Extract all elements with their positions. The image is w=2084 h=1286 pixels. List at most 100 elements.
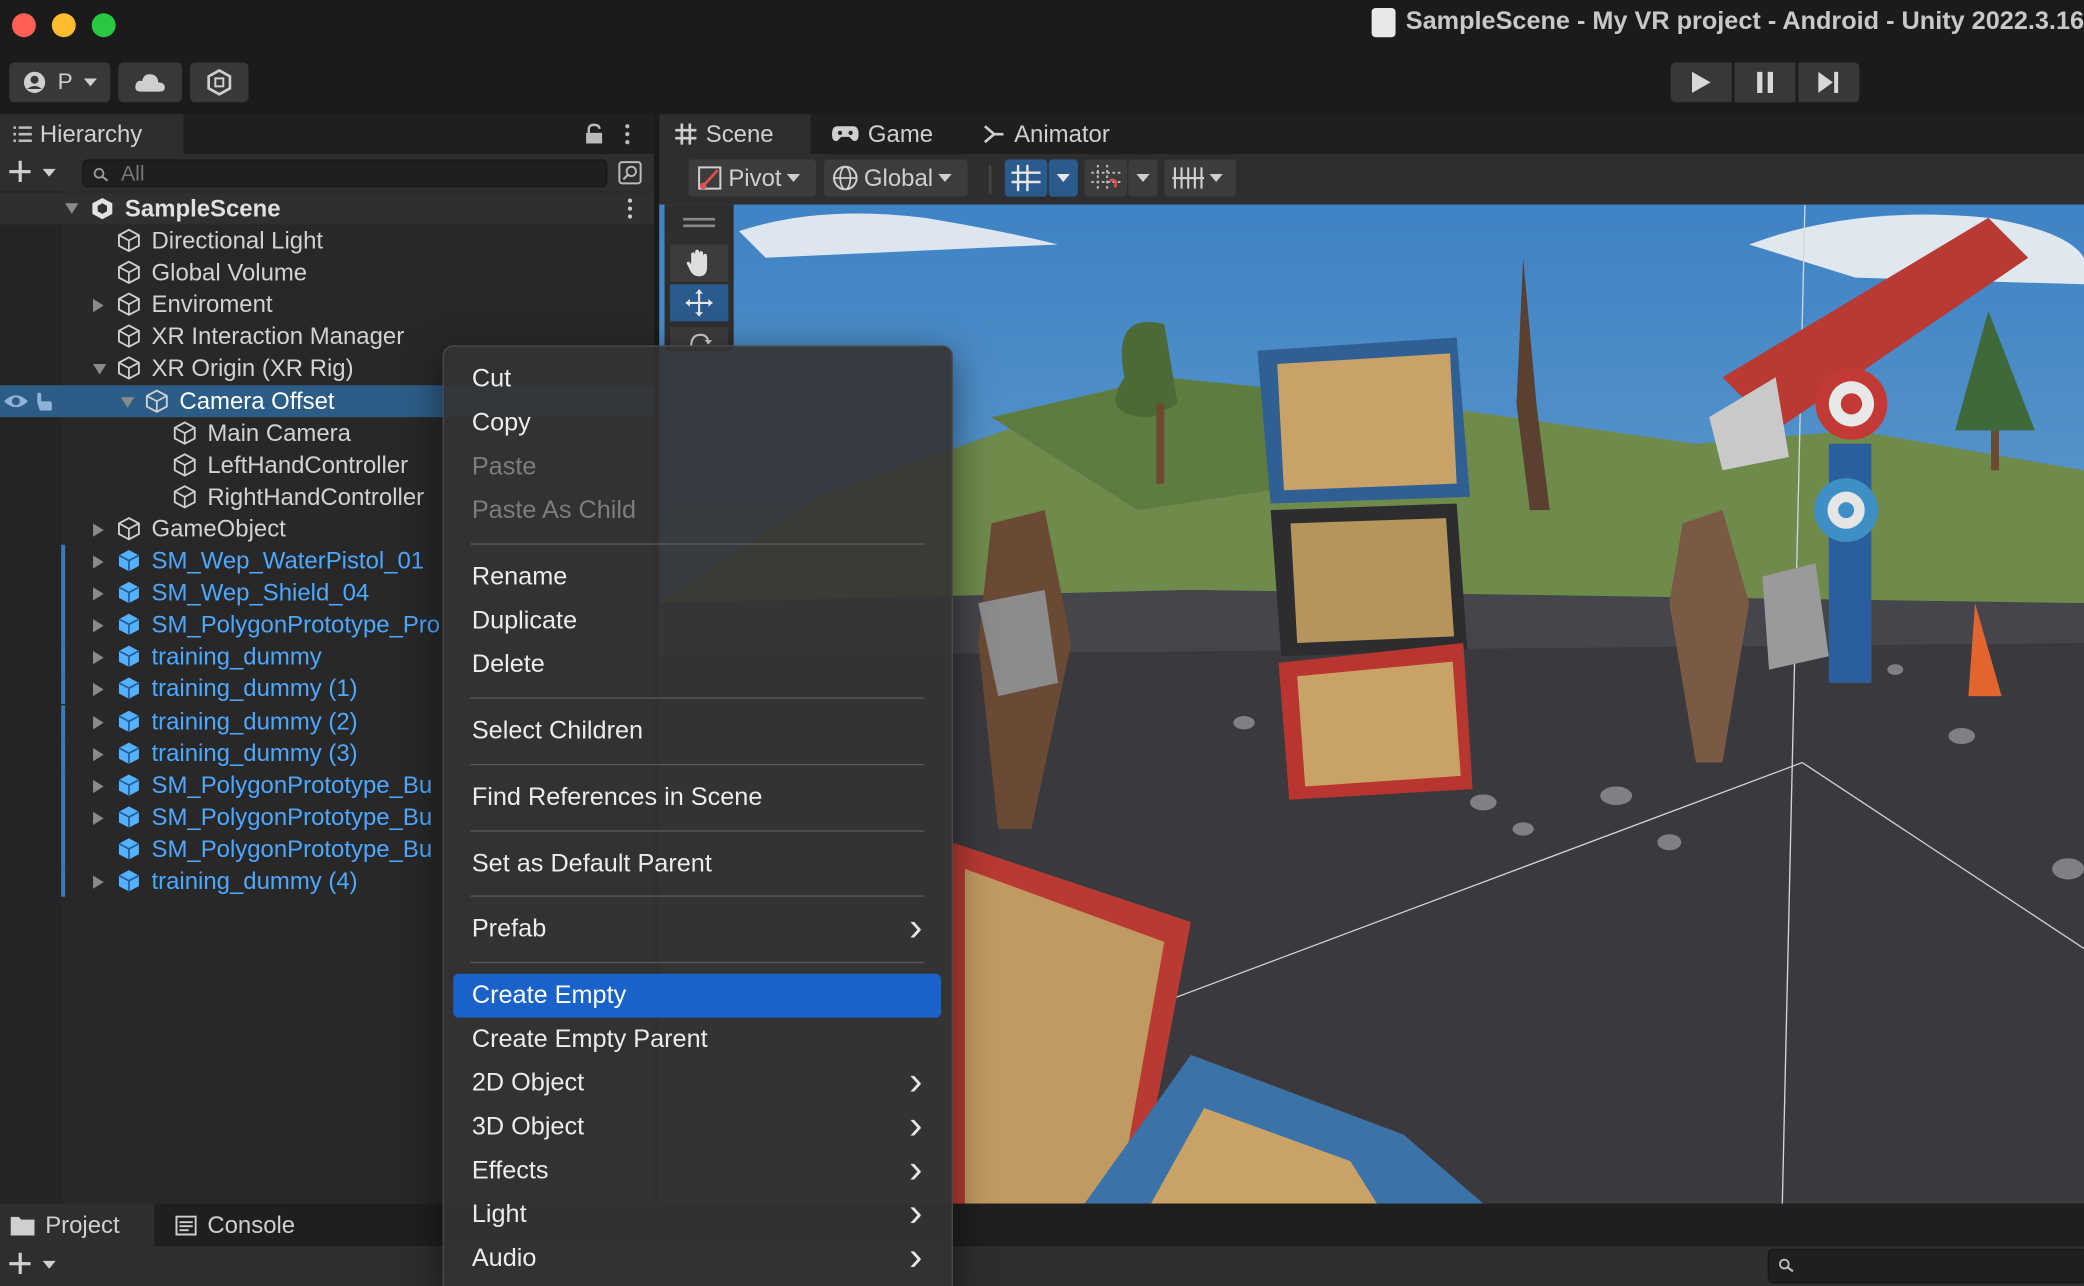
project-search-input[interactable] — [1767, 1248, 2084, 1284]
tab-hierarchy[interactable]: Hierarchy — [0, 114, 184, 155]
menu-item-effects[interactable]: Effects › — [453, 1149, 941, 1193]
hierarchy-row-label: SM_PolygonPrototype_Bu — [151, 835, 433, 863]
gameobject-cube-icon — [118, 292, 140, 317]
menu-item-label: 2D Object — [471, 1069, 585, 1098]
menu-item-find-references-in-scene[interactable]: Find References in Scene — [453, 776, 941, 820]
window-title: SampleScene - My VR project - Android - … — [1371, 7, 2084, 38]
hierarchy-row[interactable]: Enviroment — [0, 289, 654, 321]
unity-editor-window: SampleScene - My VR project - Android - … — [0, 0, 2084, 1286]
snap-dropdown[interactable] — [1128, 159, 1158, 197]
foldout-expanded-icon[interactable] — [65, 203, 79, 214]
kebab-menu-icon[interactable] — [626, 198, 634, 219]
animator-icon — [983, 125, 1004, 144]
play-button[interactable] — [1670, 62, 1732, 103]
hierarchy-row[interactable]: Directional Light — [0, 225, 654, 257]
foldout-collapsed-icon[interactable] — [93, 555, 104, 569]
foldout-expanded-icon[interactable] — [120, 396, 135, 408]
hierarchy-row-label: XR Origin (XR Rig) — [151, 355, 354, 382]
tab-console[interactable]: Console — [165, 1204, 306, 1247]
menu-item-3d-object[interactable]: 3D Object › — [453, 1105, 941, 1149]
foldout-collapsed-icon[interactable] — [93, 683, 104, 697]
hierarchy-row-label: SM_PolygonPrototype_Bu — [151, 771, 433, 799]
cloud-icon — [135, 74, 165, 92]
menu-item-duplicate[interactable]: Duplicate — [453, 599, 941, 643]
menu-item-delete[interactable]: Delete — [453, 643, 941, 687]
tab-scene[interactable]: Scene — [659, 114, 811, 155]
kebab-menu-icon[interactable] — [623, 124, 631, 145]
foldout-collapsed-icon[interactable] — [93, 619, 104, 633]
menu-item-set-as-default-parent[interactable]: Set as Default Parent — [453, 842, 941, 886]
zoom-window-button[interactable] — [91, 13, 116, 38]
foldout-collapsed-icon[interactable] — [93, 779, 104, 793]
foldout-collapsed-icon[interactable] — [93, 651, 104, 665]
close-window-button[interactable] — [11, 13, 36, 38]
pivot-icon — [698, 166, 722, 190]
unity-scene-icon — [92, 197, 113, 220]
pickability-hand-icon[interactable] — [33, 390, 54, 411]
menu-item-create-empty[interactable]: Create Empty — [453, 973, 942, 1018]
move-tool-button[interactable] — [669, 284, 729, 322]
menu-item-light[interactable]: Light › — [453, 1193, 941, 1237]
scene-tab-bar: Scene Game Animator — [659, 114, 2084, 155]
scene-tools-overlay — [664, 204, 734, 351]
main-toolbar: P — [0, 53, 2084, 115]
project-create-dropdown[interactable] — [8, 1251, 61, 1278]
global-dropdown[interactable]: Global — [824, 159, 968, 197]
menu-item-2d-object[interactable]: 2D Object › — [453, 1061, 941, 1105]
grid-dropdown[interactable] — [1048, 159, 1078, 197]
foldout-collapsed-icon[interactable] — [93, 715, 104, 729]
menu-item-select-children[interactable]: Select Children — [453, 709, 941, 753]
pivot-dropdown[interactable]: Pivot — [688, 159, 817, 197]
window-title-text: SampleScene - My VR project - Android - … — [1405, 7, 2084, 36]
create-dropdown[interactable] — [8, 159, 61, 186]
prefab-override-bar — [61, 864, 66, 897]
foldout-collapsed-icon[interactable] — [93, 811, 104, 825]
global-label: Global — [863, 164, 934, 191]
menu-item-rename[interactable]: Rename — [453, 555, 941, 599]
tab-scene-label: Scene — [705, 120, 774, 147]
prefab-override-bar — [61, 672, 66, 705]
cloud-button[interactable] — [118, 62, 183, 103]
foldout-collapsed-icon[interactable] — [93, 747, 104, 761]
prefab-cube-icon — [118, 806, 140, 828]
step-button[interactable] — [1798, 62, 1860, 103]
pivot-label: Pivot — [728, 164, 782, 191]
hierarchy-search-input[interactable]: All — [82, 159, 608, 188]
tab-animator[interactable]: Animator — [968, 114, 1126, 154]
tab-game-label: Game — [867, 120, 934, 147]
hierarchy-row-label: training_dummy (2) — [151, 707, 358, 734]
foldout-collapsed-icon[interactable] — [93, 587, 104, 601]
hierarchy-row-label: SM_PolygonPrototype_Pro — [151, 611, 441, 638]
foldout-collapsed-icon[interactable] — [93, 523, 104, 537]
account-dropdown[interactable]: P — [9, 62, 111, 103]
foldout-collapsed-icon[interactable] — [93, 875, 104, 889]
minimize-window-button[interactable] — [51, 13, 76, 38]
gameobject-cube-icon — [118, 516, 140, 541]
prefab-cube-icon — [118, 582, 140, 604]
grid-visibility-button[interactable] — [1004, 159, 1048, 197]
play-icon — [1691, 71, 1711, 93]
foldout-collapsed-icon[interactable] — [93, 299, 104, 313]
hand-tool-button[interactable] — [669, 244, 729, 282]
increment-snap-button[interactable] — [1164, 159, 1237, 197]
menu-separator — [470, 895, 924, 897]
prefab-cube-icon — [118, 774, 140, 796]
overlay-drag-handle[interactable] — [683, 217, 716, 221]
tab-game[interactable]: Game — [816, 114, 949, 154]
menu-item-audio[interactable]: Audio › — [453, 1237, 941, 1281]
menu-item-prefab[interactable]: Prefab › — [453, 907, 941, 951]
pause-button[interactable] — [1734, 62, 1796, 103]
snap-button[interactable] — [1084, 159, 1128, 197]
hierarchy-row[interactable]: Global Volume — [0, 257, 654, 289]
menu-item-cut[interactable]: Cut — [453, 357, 941, 401]
search-options-icon[interactable] — [618, 161, 642, 185]
package-manager-button[interactable] — [190, 62, 249, 103]
hierarchy-row-label: Camera Offset — [179, 387, 335, 414]
scene-root-row[interactable]: SampleScene — [0, 192, 654, 225]
foldout-expanded-icon[interactable] — [93, 364, 107, 376]
visibility-eye-icon[interactable] — [3, 391, 30, 410]
tab-project[interactable]: Project — [0, 1203, 155, 1247]
menu-item-create-empty-parent[interactable]: Create Empty Parent — [453, 1018, 941, 1062]
lock-icon[interactable] — [585, 123, 604, 145]
menu-item-copy[interactable]: Copy — [453, 401, 941, 445]
